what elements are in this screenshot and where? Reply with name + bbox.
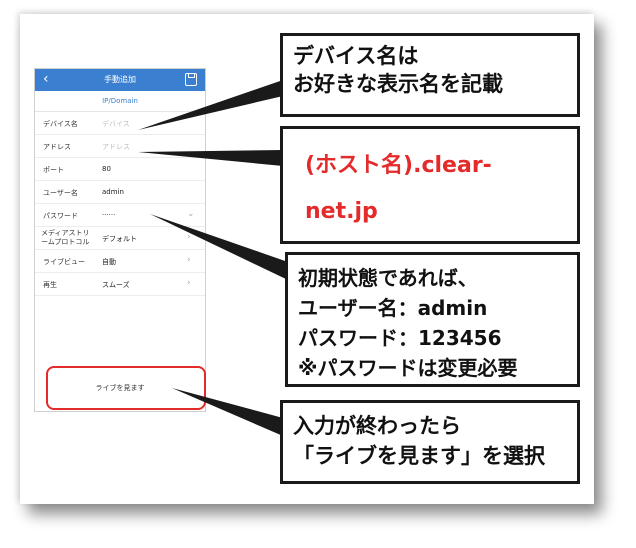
pointer-live-button	[172, 388, 283, 436]
callout-credentials: 初期状態であれば、 ユーザー名：admin パスワード：123456 ※パスワー…	[285, 252, 580, 387]
callout-credentials-line3: パスワード：123456	[298, 326, 502, 350]
callout-address-line1: (ホスト名).clear-	[305, 153, 492, 178]
callout-address-line2: net.jp	[305, 199, 378, 224]
callout-address: (ホスト名).clear- net.jp	[280, 126, 580, 244]
callout-device-name-line1: デバイス名は	[293, 44, 419, 68]
callout-finish-line2: 「ライブを見ます」を選択	[293, 444, 545, 468]
callout-credentials-line2: ユーザー名：admin	[298, 296, 488, 320]
callout-finish-line1: 入力が終わったら	[293, 414, 461, 438]
pointer-device-name	[138, 80, 283, 130]
callout-credentials-line4: ※パスワードは変更必要	[298, 356, 518, 380]
pointer-address	[138, 150, 283, 166]
callout-device-name: デバイス名は お好きな表示名を記載	[280, 33, 580, 117]
pointer-credentials	[150, 214, 288, 280]
callout-finish: 入力が終わったら 「ライブを見ます」を選択	[280, 400, 580, 484]
callout-credentials-line1: 初期状態であれば、	[298, 266, 478, 290]
callout-device-name-line2: お好きな表示名を記載	[293, 72, 503, 96]
